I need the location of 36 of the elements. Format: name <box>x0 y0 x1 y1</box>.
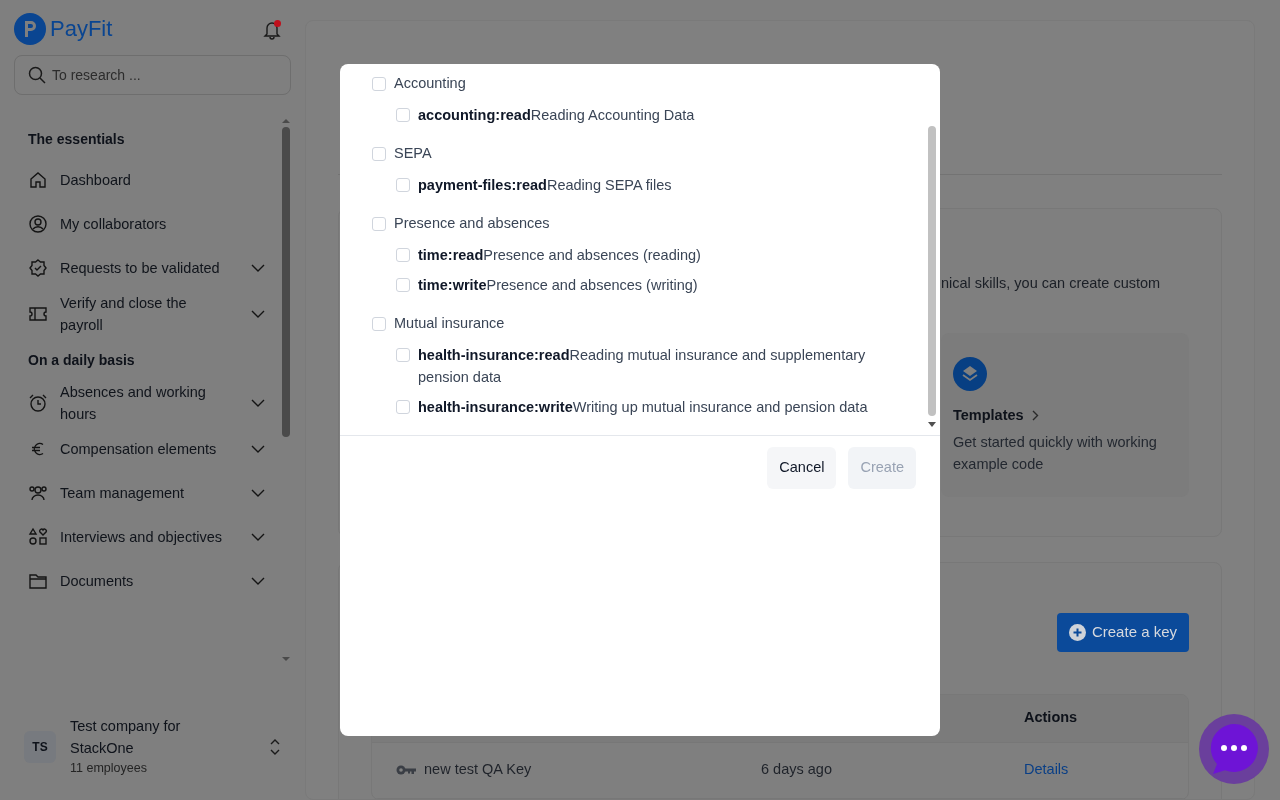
column-header: Actions <box>1024 708 1078 728</box>
scope-label: time:readPresence and absences (reading) <box>418 246 701 265</box>
key-name: new test QA Key <box>424 760 533 780</box>
scope-label: health-insurance:readReading mutual insurance and supplementary pension data <box>418 346 867 387</box>
sidebar-item[interactable]: Team management <box>28 471 273 515</box>
group-label: Accounting <box>394 74 466 94</box>
scope-label: time:writePresence and absences (writing) <box>418 276 698 295</box>
group-label: Presence and absences <box>394 214 550 234</box>
employee-count: 11 employees <box>70 760 148 778</box>
sidebar-item[interactable]: Compensation elements <box>28 427 273 471</box>
sidebar-item[interactable]: Documents <box>28 559 273 603</box>
group-label: Mutual insurance <box>394 314 505 334</box>
sidebar-item[interactable]: Requests to be validated <box>28 246 273 290</box>
sidebar-item[interactable]: My collaborators <box>28 202 273 246</box>
sidebar-item[interactable]: Verify and close the payroll <box>28 290 273 338</box>
templates-card[interactable]: Templates Get started quickly with working example code <box>941 332 1189 497</box>
sidebar-item[interactable]: Absences and working hours <box>28 379 273 427</box>
templates-description: Get started quickly with working example code <box>953 432 1158 474</box>
company-avatar: TS <box>24 730 56 763</box>
details-link[interactable]: Details <box>1024 759 1069 781</box>
sidebar-item[interactable]: Dashboard <box>28 158 273 202</box>
sidebar-item[interactable]: Interviews and objectives <box>28 515 273 559</box>
scope-label: health-insurance:writeWriting up mutual insurance and pension data <box>418 398 868 417</box>
group-label: SEPA <box>394 144 432 164</box>
app-logo-text: PayFit <box>50 15 113 43</box>
templates-title: Templates <box>953 405 1024 425</box>
cancel-button[interactable]: Cancel <box>767 447 837 489</box>
created-date: 6 days ago <box>761 760 833 780</box>
scope-label: payment-files:readReading SEPA files <box>418 176 672 195</box>
scope-label: accounting:readReading Accounting Data <box>418 106 695 125</box>
section-title: The essentials <box>28 130 126 149</box>
company-name: Test company for StackOne <box>70 717 182 759</box>
search-field[interactable]: To research ... <box>14 55 291 95</box>
section-title: On a daily basis <box>28 351 136 370</box>
intro-text: nical skills, you can create custom <box>941 274 1161 293</box>
create-key-button[interactable]: Create a key <box>1056 613 1189 652</box>
